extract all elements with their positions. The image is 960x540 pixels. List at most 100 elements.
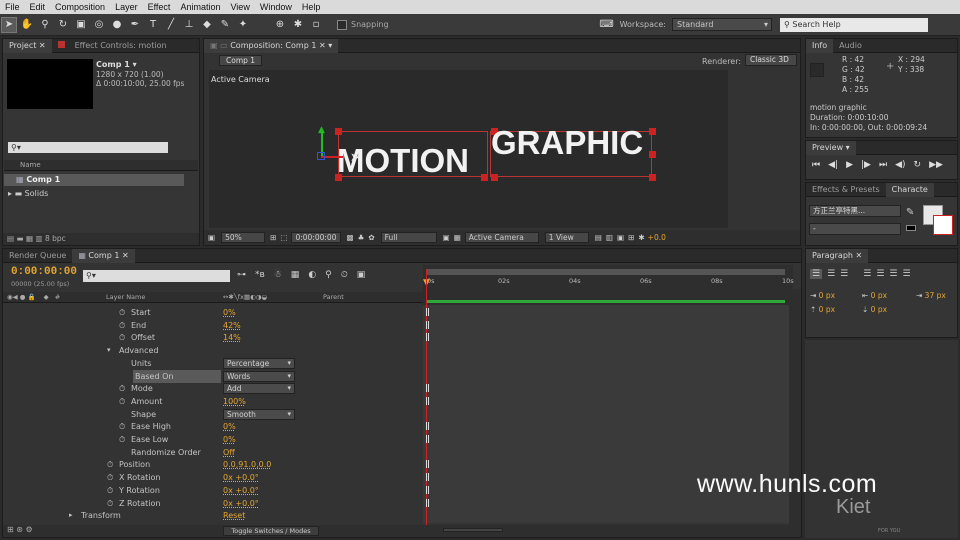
- property-value[interactable]: 0.0,91.0,0.0: [223, 458, 271, 471]
- property-row[interactable]: ⏱ Y Rotation 0x +0.0°: [3, 484, 423, 497]
- stopwatch-icon[interactable]: ⏱: [107, 458, 113, 471]
- work-area-bar[interactable]: [427, 269, 785, 275]
- eraser-tool-icon[interactable]: ◆: [199, 17, 215, 33]
- bpc-label[interactable]: 8 bpc: [45, 234, 66, 243]
- stopwatch-icon[interactable]: ⏱: [119, 433, 125, 446]
- property-row[interactable]: ⏱ Z Rotation 0x +0.0°: [3, 497, 423, 510]
- exposure-value[interactable]: +0.0: [648, 233, 666, 242]
- snapshot-icon[interactable]: ▩: [346, 233, 353, 242]
- property-row[interactable]: ⏱ Start 0%: [3, 306, 423, 319]
- zoom-slider[interactable]: [443, 528, 503, 532]
- property-row[interactable]: ⏱ Mode Add: [3, 382, 423, 395]
- motion-blur-icon[interactable]: ◐: [308, 270, 316, 280]
- trash-icon[interactable]: ▥: [35, 234, 42, 243]
- frame-blending-icon[interactable]: ▦: [291, 270, 300, 280]
- property-value[interactable]: 14%: [223, 331, 241, 344]
- keyframe-marker[interactable]: [426, 460, 429, 469]
- renderer-select[interactable]: Classic 3D: [745, 54, 797, 66]
- stroke-color-swatch[interactable]: [933, 215, 953, 235]
- align-left-icon[interactable]: ☰: [810, 269, 823, 279]
- keyframe-marker[interactable]: [426, 473, 429, 482]
- menu-view[interactable]: View: [225, 2, 254, 12]
- world-axis-icon[interactable]: ✱: [290, 17, 306, 33]
- justify-all-icon[interactable]: ☰: [902, 269, 910, 279]
- resolution-select[interactable]: Full: [380, 232, 437, 243]
- menu-animation[interactable]: Animation: [175, 2, 225, 12]
- first-line-indent-value[interactable]: 37 px: [925, 291, 946, 300]
- zoom-tool-icon[interactable]: ⚲: [37, 17, 53, 33]
- justify-center-icon[interactable]: ☰: [876, 269, 884, 279]
- region-of-interest-icon[interactable]: ▣: [443, 233, 450, 242]
- property-row[interactable]: ⏱ Ease Low 0%: [3, 433, 423, 446]
- project-search-input[interactable]: ⚲▾: [8, 142, 168, 153]
- space-before-value[interactable]: 0 px: [819, 305, 835, 314]
- pen-tool-icon[interactable]: ✒: [127, 17, 143, 33]
- view-axis-icon[interactable]: ▫: [308, 17, 324, 33]
- fast-previews-icon[interactable]: ▥: [606, 233, 613, 242]
- time-ruler[interactable]: 0s02s04s06s08s10s ▼: [423, 265, 794, 305]
- brush-tool-icon[interactable]: ╱: [163, 17, 179, 33]
- axis-mode-icon[interactable]: ⊕: [272, 17, 288, 33]
- property-dropdown[interactable]: Percentage: [223, 357, 295, 369]
- space-after-value[interactable]: 0 px: [871, 305, 887, 314]
- property-value[interactable]: 100%: [223, 395, 246, 408]
- workspace-select[interactable]: Standard ▾: [672, 18, 772, 31]
- color-channel-icon[interactable]: ✿: [368, 233, 374, 242]
- puppet-tool-icon[interactable]: ✦: [235, 17, 251, 33]
- camera-view-select[interactable]: Active Camera: [464, 232, 539, 243]
- keyframe-marker[interactable]: [426, 485, 429, 494]
- pan-behind-tool-icon[interactable]: ◎: [91, 17, 107, 33]
- render-icon[interactable]: ▣: [357, 270, 366, 280]
- menu-window[interactable]: Window: [255, 2, 297, 12]
- keyframe-marker[interactable]: [426, 333, 429, 342]
- stopwatch-icon[interactable]: ⏱: [119, 331, 125, 344]
- z-axis-gizmo[interactable]: [317, 152, 325, 160]
- comp-timecode[interactable]: 0:00:00:00: [291, 232, 342, 243]
- search-help-input[interactable]: ⚲ Search Help: [780, 17, 928, 32]
- next-frame-icon[interactable]: |▶: [861, 160, 871, 170]
- view-layout-select[interactable]: 1 View: [544, 232, 589, 243]
- always-preview-icon[interactable]: ▣: [208, 233, 215, 242]
- toggle-switches-modes-button[interactable]: Toggle Switches / Modes: [223, 526, 319, 536]
- align-right-icon[interactable]: ☰: [840, 269, 848, 279]
- property-row[interactable]: ⏱ X Rotation 0x +0.0°: [3, 471, 423, 484]
- bbox-handle[interactable]: [649, 151, 656, 158]
- first-line-indent[interactable]: ⇥ 37 px: [916, 291, 946, 300]
- menu-file[interactable]: File: [0, 2, 25, 12]
- property-value[interactable]: 42%: [223, 319, 241, 332]
- tab-project[interactable]: Project ✕: [3, 38, 52, 53]
- property-row[interactable]: ⏱ Amount 100%: [3, 395, 423, 408]
- menu-effect[interactable]: Effect: [143, 2, 176, 12]
- comp-name[interactable]: Comp 1 ▾: [96, 60, 137, 69]
- safe-margins-icon[interactable]: ⊞: [270, 233, 276, 242]
- property-dropdown[interactable]: Words: [223, 370, 295, 382]
- indent-right-value[interactable]: 0 px: [871, 291, 887, 300]
- property-value[interactable]: Reset: [223, 509, 245, 522]
- stopwatch-icon[interactable]: ⏱: [119, 306, 125, 319]
- bbox-handle[interactable]: [649, 174, 656, 181]
- keyframe-marker[interactable]: [426, 308, 429, 316]
- property-row[interactable]: ⏱ Position 0.0,91.0,0.0: [3, 458, 423, 471]
- stopwatch-icon[interactable]: ⏱: [119, 395, 125, 408]
- keyframe-marker[interactable]: [426, 498, 429, 507]
- menu-help[interactable]: Help: [297, 2, 326, 12]
- stopwatch-icon[interactable]: ⏱: [119, 319, 125, 332]
- property-row[interactable]: Randomize Order Off: [3, 446, 423, 459]
- timeline-timecode[interactable]: 0:00:00:00: [11, 266, 77, 278]
- play-icon[interactable]: ▶: [846, 160, 853, 170]
- new-folder-icon[interactable]: ▬: [16, 234, 23, 243]
- property-value[interactable]: 0%: [223, 420, 236, 433]
- font-style-select[interactable]: -: [809, 223, 901, 235]
- twirl-toggle-icon[interactable]: ▾: [107, 344, 111, 357]
- shape-tool-icon[interactable]: ●: [109, 17, 125, 33]
- justify-right-icon[interactable]: ☰: [889, 269, 897, 279]
- property-value[interactable]: 0%: [223, 306, 236, 319]
- twirl-toggle-icon[interactable]: ▸: [69, 509, 73, 522]
- last-frame-icon[interactable]: ⏭: [879, 160, 887, 170]
- roto-tool-icon[interactable]: ✎: [217, 17, 233, 33]
- keyframe-marker[interactable]: [426, 422, 429, 431]
- bbox-handle[interactable]: [491, 174, 498, 181]
- show-snapshot-icon[interactable]: ♣: [358, 233, 365, 242]
- comp-flowchart-icon[interactable]: ⊞: [628, 233, 634, 242]
- new-comp-icon[interactable]: ▦: [26, 234, 33, 243]
